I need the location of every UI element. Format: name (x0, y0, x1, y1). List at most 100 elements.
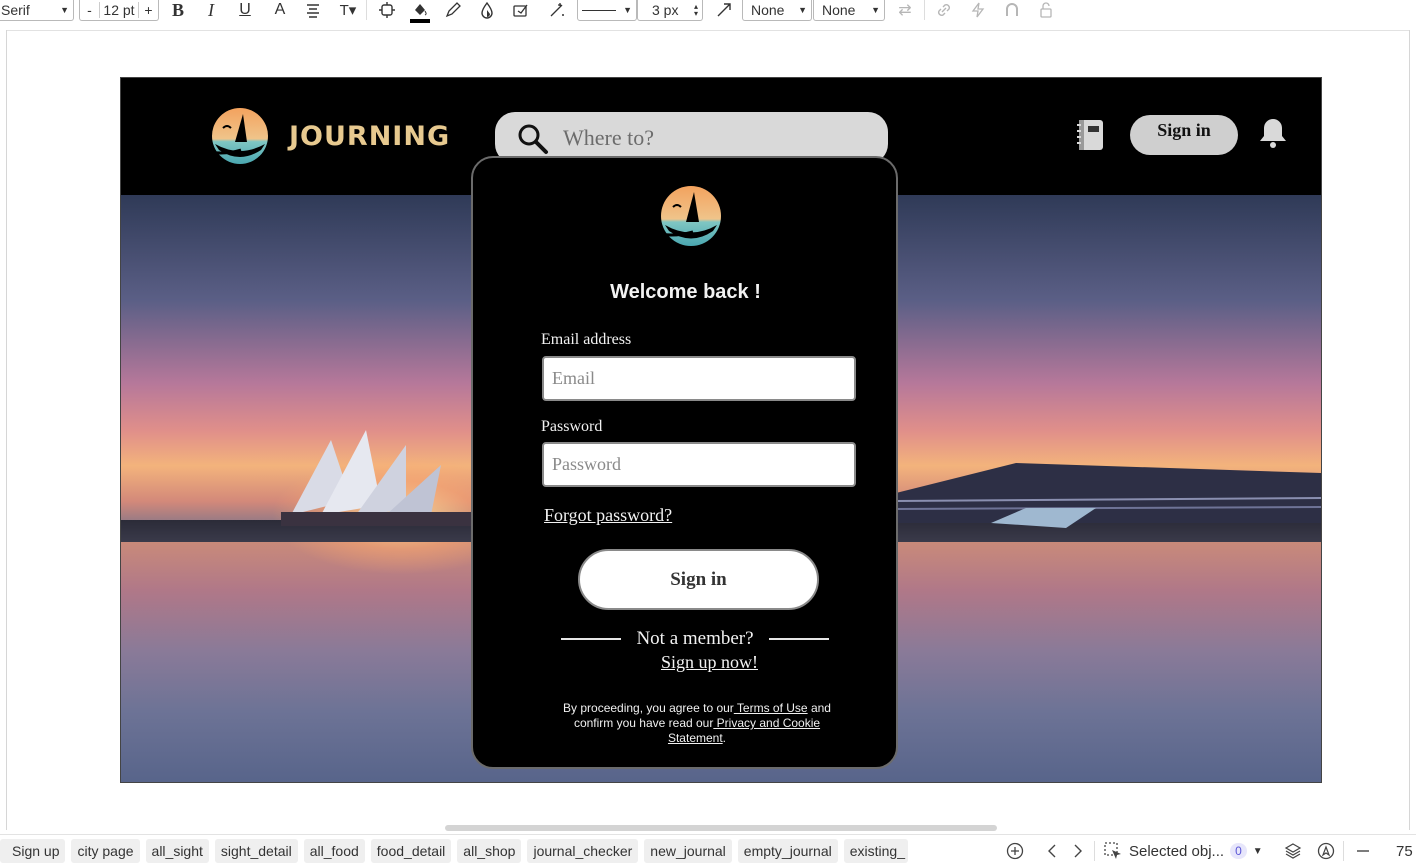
line-width-stepper[interactable]: 3 px ▴ ▾ (637, 0, 703, 21)
navigation-icon[interactable] (1316, 841, 1336, 861)
page-tab[interactable]: all_food (303, 839, 365, 863)
arrow-end-value: None (822, 2, 856, 18)
fill-color-icon[interactable] (408, 0, 432, 23)
magic-wand-icon[interactable] (545, 0, 569, 20)
canvas-border (6, 30, 7, 830)
password-field[interactable] (542, 442, 856, 487)
zoom-out-icon[interactable] (1353, 841, 1373, 861)
font-size-value[interactable]: 12 pt (100, 2, 138, 18)
font-size-stepper[interactable]: - 12 pt + (79, 0, 159, 21)
toolbar-divider (366, 0, 367, 20)
font-size-increase-button[interactable]: + (138, 2, 158, 18)
email-field[interactable] (542, 356, 856, 401)
italic-icon[interactable]: I (199, 0, 223, 20)
selected-count-badge: 0 (1230, 843, 1247, 859)
page-tabs: Sign up city page all_sight sight_detail… (0, 839, 908, 863)
terms-of-use-link[interactable]: Terms of Use (734, 701, 808, 715)
add-page-icon[interactable] (1005, 841, 1025, 861)
app-window: Serif ▼ - 12 pt + B I U A T▾ ▼ 3 px ▴ ▾ … (0, 0, 1416, 866)
selection-cursor-icon (1104, 842, 1121, 859)
lock-icon[interactable] (1034, 0, 1058, 20)
lotus-building-icon (281, 430, 471, 526)
bold-icon[interactable]: B (166, 0, 190, 20)
chevron-down-icon: ▼ (60, 5, 69, 15)
chevron-left-icon[interactable] (1043, 841, 1063, 861)
line-width-value: 3 px (652, 2, 679, 18)
brand-logo[interactable]: JOURNING (201, 106, 450, 166)
zoom-level[interactable]: 75 (1396, 843, 1413, 860)
underline-icon[interactable]: U (233, 0, 257, 20)
magnet-icon[interactable] (1000, 0, 1024, 20)
connector-arrow-icon[interactable] (712, 0, 736, 20)
chevron-down-icon: ▼ (798, 5, 807, 15)
page-tab[interactable]: city page (71, 839, 140, 863)
selected-objects-control[interactable]: Selected obj... 0 ▼ (1103, 839, 1263, 863)
chevron-down-icon: ▼ (623, 5, 632, 15)
canvas-border (1409, 30, 1410, 830)
selected-objects-label: Selected obj... (1129, 842, 1225, 860)
legal-text: By proceeding, you agree to our (563, 701, 734, 715)
bar-divider (1094, 841, 1095, 861)
legal-notice: By proceeding, you agree to our Terms of… (557, 701, 837, 746)
arrow-start-value: None (751, 2, 785, 18)
opacity-icon[interactable] (475, 0, 499, 20)
stadium-building-icon (896, 463, 1321, 528)
search-icon (518, 124, 548, 154)
page-tab[interactable]: empty_journal (737, 839, 838, 863)
not-member-row: Not a member? (561, 627, 829, 651)
legal-text: . (722, 731, 727, 745)
modal-logo-icon (649, 186, 721, 246)
format-toolbar: Serif ▼ - 12 pt + B I U A T▾ ▼ 3 px ▴ ▾ … (0, 0, 1416, 23)
page-tab[interactable]: Sign up (0, 839, 66, 863)
chevron-down-icon: ▼ (871, 5, 880, 15)
bell-icon[interactable] (1258, 116, 1288, 150)
canvas-border (6, 30, 1410, 31)
page-tab[interactable]: all_sight (145, 839, 209, 863)
line-style-preview (582, 9, 616, 11)
forgot-password-link[interactable]: Forgot password? (544, 505, 672, 526)
line-style-select[interactable]: ▼ (577, 0, 637, 21)
horizontal-scrollbar[interactable] (445, 825, 997, 831)
modal-title: Welcome back ! (610, 281, 761, 303)
font-size-decrease-button[interactable]: - (80, 2, 100, 18)
search-input[interactable] (563, 125, 863, 151)
page-tab[interactable]: journal_checker (527, 839, 639, 863)
header-sign-in-button[interactable]: Sign in (1130, 115, 1238, 155)
chevron-down-icon[interactable]: ▼ (1253, 846, 1263, 857)
arrow-end-select[interactable]: None ▼ (813, 0, 885, 21)
font-family-select[interactable]: Serif ▼ (0, 0, 74, 21)
layers-icon[interactable] (1283, 841, 1303, 861)
link-icon[interactable] (932, 0, 956, 20)
bar-divider (1343, 841, 1344, 861)
pen-icon[interactable] (441, 0, 465, 20)
page-tab[interactable]: sight_detail (214, 839, 298, 863)
email-label: Email address (541, 331, 632, 348)
page-tab[interactable]: all_shop (457, 839, 522, 863)
fill-color-swatch (410, 19, 430, 23)
password-label: Password (541, 418, 603, 435)
brand-name: JOURNING (289, 120, 451, 152)
swap-arrows-icon[interactable]: ⇄ (893, 0, 917, 20)
stepper-arrows-icon[interactable]: ▴ ▾ (694, 3, 698, 18)
not-member-text: Not a member? (636, 628, 754, 649)
frame-icon[interactable] (375, 0, 399, 20)
divider-line (561, 638, 621, 640)
chevron-right-icon[interactable] (1067, 841, 1087, 861)
style-icon[interactable] (509, 0, 533, 20)
divider-line (769, 638, 829, 640)
page-tab-bar: Sign up city page all_sight sight_detail… (0, 834, 1416, 866)
arrow-start-select[interactable]: None ▼ (742, 0, 812, 21)
page-tab[interactable]: new_journal (644, 839, 732, 863)
login-modal: Welcome back ! Email address Password Fo… (471, 156, 898, 769)
font-family-value: Serif (1, 2, 30, 18)
journal-icon[interactable] (1075, 118, 1105, 152)
page-tab[interactable]: food_detail (370, 839, 452, 863)
text-options-icon[interactable]: T▾ (336, 0, 360, 20)
sign-in-button[interactable]: Sign in (578, 549, 819, 610)
flash-icon[interactable] (966, 0, 990, 20)
page-tab[interactable]: existing_ (843, 839, 908, 863)
text-color-icon[interactable]: A (268, 0, 292, 20)
toolbar-divider (924, 0, 925, 20)
align-icon[interactable] (301, 0, 325, 20)
sign-up-link[interactable]: Sign up now! (473, 652, 946, 673)
